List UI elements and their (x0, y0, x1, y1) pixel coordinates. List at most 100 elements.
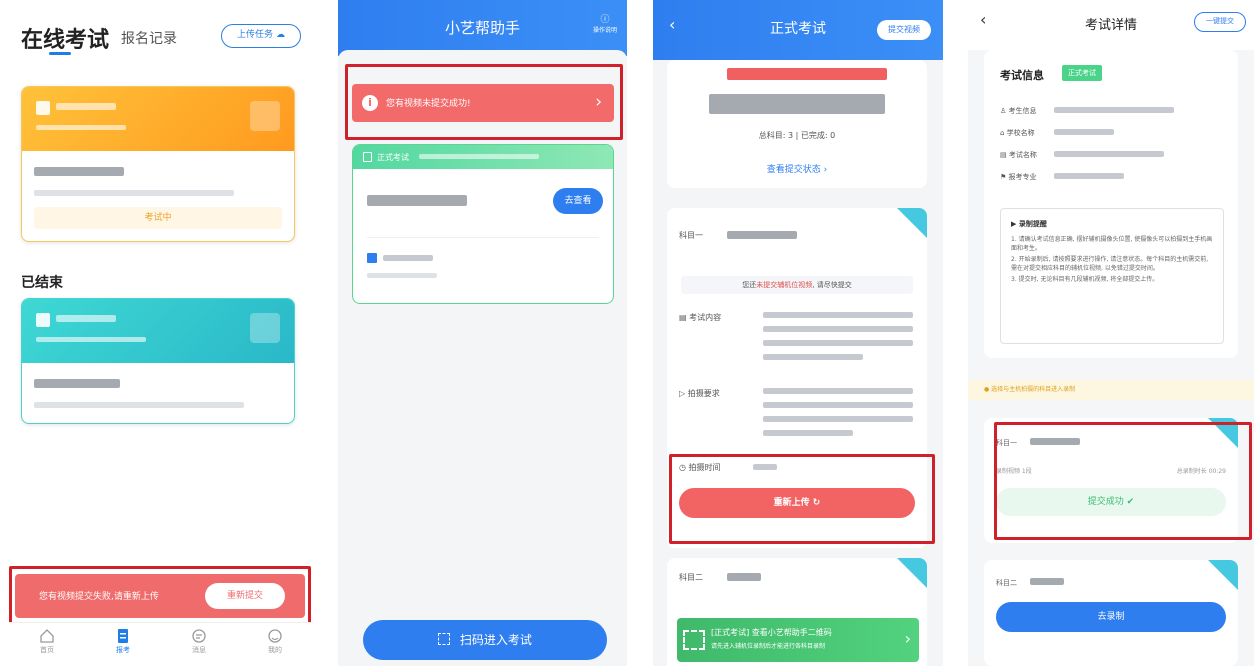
help-label: 操作说明 (592, 27, 617, 34)
recording-tips: ▶ 录制提醒 1. 请确认考试信息正确, 摆好辅机摄像头位置, 使摄像头可以拍摄… (1000, 208, 1224, 344)
unsubmitted-notice: 您还未提交辅机位视频, 请尽快提交 (681, 276, 913, 294)
requirements-label: ▷ 拍摄要求 (679, 389, 720, 398)
subject-card-2: 科目二 去录制 (984, 560, 1238, 666)
exam-info-card: 考试信息 正式考试 ♙ 考生信息 ⌂ 学校名称 ▤ 考试名称 ⚑ 报考专业 ▶ … (984, 50, 1238, 358)
chevron-right-icon: › (595, 92, 602, 112)
submit-all-button[interactable]: 一键提交 (1194, 12, 1246, 32)
info-icon: i (362, 95, 378, 111)
tab-exam[interactable]: 报考 (85, 623, 161, 666)
exam-card-banner (22, 87, 294, 151)
exam-card-body (22, 363, 294, 422)
help-button[interactable]: ⓘ 操作说明 (593, 12, 617, 34)
shoot-time-label: ◷ 拍摄时间 (679, 463, 721, 472)
screen-online-exam: 在线考试 报名记录 上传任务 ☁ 考试中 已结束 您有视频提交失败,请重新上传 … (9, 0, 313, 666)
exam-icon (118, 629, 128, 643)
exam-type-badge: 正式考试 (1062, 65, 1102, 81)
exam-summary-card: 总科目: 3 | 已完成: 0 查看提交状态 › (667, 60, 927, 188)
progress-text: 总科目: 3 | 已完成: 0 (758, 131, 836, 140)
play-icon (250, 101, 280, 131)
exam-card-body (22, 151, 294, 210)
header: 在线考试 报名记录 上传任务 ☁ (9, 0, 313, 60)
subject-label: 科目一 (679, 231, 703, 240)
header: ‹ 正式考试 提交视频 (653, 0, 943, 60)
document-icon (363, 152, 372, 162)
tab-profile[interactable]: 我的 (237, 623, 313, 666)
corner-badge (897, 208, 927, 238)
play-icon (250, 313, 280, 343)
subject-label: 科目二 (679, 573, 703, 582)
candidate-row: ♙ 考生信息 (1000, 107, 1037, 115)
exam-card-ongoing[interactable]: 考试中 (21, 86, 295, 242)
resubmit-button[interactable]: 重新提交 (205, 583, 285, 609)
view-submit-status-link[interactable]: 查看提交状态 › (667, 162, 927, 175)
recorded-count: 录制视频 1段 (996, 468, 1032, 475)
refresh-icon: ↻ (812, 498, 821, 508)
submit-video-button[interactable]: 提交视频 (877, 20, 931, 40)
screen-exam-details: ‹ 考试详情 一键提交 考试信息 正式考试 ♙ 考生信息 ⌂ 学校名称 ▤ 考试… (968, 0, 1254, 666)
banner-subtitle: 请先进入辅机位录制后才能进行各科目录制 (711, 643, 826, 650)
camera-icon: ▷ (679, 389, 688, 398)
toast-message: 您有视频提交失败,请重新上传 (39, 592, 159, 602)
unsubmitted-video-alert[interactable]: i 您有视频未提交成功! › (352, 84, 614, 122)
scan-icon (438, 633, 451, 645)
view-button[interactable]: 去查看 (553, 188, 603, 214)
exam-card-header: 正式考试 (353, 145, 613, 169)
subject-label: 科目二 (996, 579, 1017, 587)
header: 小艺帮助手 ⓘ 操作说明 (338, 0, 627, 56)
info-title: 考试信息 (1000, 69, 1044, 82)
subject-label: 科目一 (996, 439, 1017, 447)
school-logo-icon (367, 253, 377, 263)
corner-badge (1208, 418, 1238, 448)
exam-name-row: ▤ 考试名称 (1000, 151, 1037, 159)
tip-item: 3. 提交时, 无论科目有几段辅机视频, 将全部提交上传。 (1011, 276, 1159, 283)
exam-card-ended[interactable] (21, 298, 295, 424)
corner-badge (1208, 560, 1238, 590)
screen-formal-exam: ‹ 正式考试 提交视频 总科目: 3 | 已完成: 0 查看提交状态 › 科目一… (653, 0, 943, 666)
chevron-right-icon: › (904, 629, 911, 648)
chevron-right-icon: › (823, 165, 828, 175)
help-icon: ⓘ (600, 15, 610, 25)
submit-success-status: 提交成功 ✔ (996, 488, 1226, 516)
qr-code-icon (683, 630, 705, 650)
checkmark-icon: ✔ (1126, 497, 1135, 507)
flag-icon: ⚑ (1000, 173, 1009, 181)
upload-tasks-button[interactable]: 上传任务 ☁ (221, 24, 301, 48)
upload-failed-toast: 您有视频提交失败,请重新上传 重新提交 (15, 574, 305, 618)
select-subject-hint: ● 选择与主机拍摄的科目进入录制 (968, 380, 1254, 400)
tip-item: 2. 开始录制后, 请按照要求进行操作, 请注意状态。每个科目的主机需交前, 需… (1011, 256, 1209, 272)
record-button[interactable]: 去录制 (996, 602, 1226, 632)
active-tab-indicator (49, 52, 71, 55)
page-title: 在线考试 (21, 28, 110, 53)
corner-badge (897, 558, 927, 588)
school-logo-icon (36, 101, 50, 115)
ended-section-title: 已结束 (21, 275, 63, 291)
home-icon (40, 629, 54, 643)
tip-item: 1. 请确认考试信息正确, 摆好辅机摄像头位置, 使摄像头可以拍摄到主手机画面和… (1011, 236, 1213, 252)
tab-home[interactable]: 首页 (9, 623, 85, 666)
tab-registration-records[interactable]: 报名记录 (121, 28, 177, 48)
major-row: ⚑ 报考专业 (1000, 173, 1037, 181)
reupload-button[interactable]: 重新上传 ↻ (679, 488, 915, 518)
exam-status-badge: 考试中 (34, 207, 282, 229)
screen-assistant-home: 小艺帮助手 ⓘ 操作说明 i 您有视频未提交成功! › 正式考试 去查看 扫码进… (338, 0, 627, 666)
tab-messages[interactable]: 消息 (161, 623, 237, 666)
school-row: ⌂ 学校名称 (1000, 129, 1035, 137)
school-icon: ⌂ (1000, 129, 1007, 137)
exam-card-banner (22, 299, 294, 363)
content-sheet (338, 50, 627, 666)
document-icon: ▤ (1000, 151, 1009, 159)
alert-message: 您有视频未提交成功! (386, 99, 471, 109)
bottom-tabbar: 首页 报考 消息 我的 (9, 622, 313, 666)
scan-enter-exam-button[interactable]: 扫码进入考试 (363, 620, 607, 660)
subject-card-1: 科目一 您还未提交辅机位视频, 请尽快提交 ▤ 考试内容 ▷ 拍摄要求 ◷ 拍摄… (667, 208, 927, 548)
subject-card-1: 科目一 录制视频 1段 总录制时长 00:29 提交成功 ✔ (984, 418, 1238, 543)
exam-card[interactable]: 正式考试 去查看 (352, 144, 614, 304)
qr-code-banner[interactable]: [正式考试] 查看小艺帮助手二维码 请先进入辅机位录制后才能进行各科目录制 › (677, 618, 919, 662)
video-icon: ▶ (1011, 220, 1019, 228)
document-icon: ▤ (679, 313, 690, 322)
upload-tasks-label: 上传任务 (237, 30, 274, 40)
message-icon (192, 629, 206, 643)
warning-tag (727, 68, 887, 80)
banner-title: [正式考试] 查看小艺帮助手二维码 (711, 628, 832, 637)
cloud-icon: ☁ (275, 30, 285, 40)
